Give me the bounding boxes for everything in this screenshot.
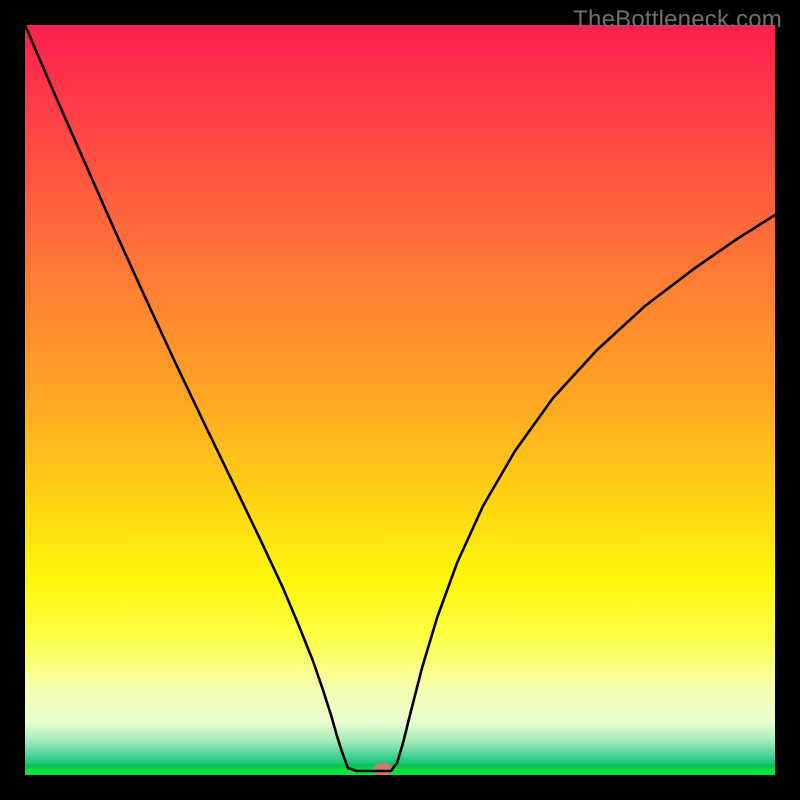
plot-area — [25, 25, 775, 775]
curve-layer — [25, 25, 775, 775]
watermark-text: TheBottleneck.com — [573, 6, 782, 34]
chart-root: TheBottleneck.com — [0, 0, 800, 800]
curve-path — [25, 25, 775, 771]
